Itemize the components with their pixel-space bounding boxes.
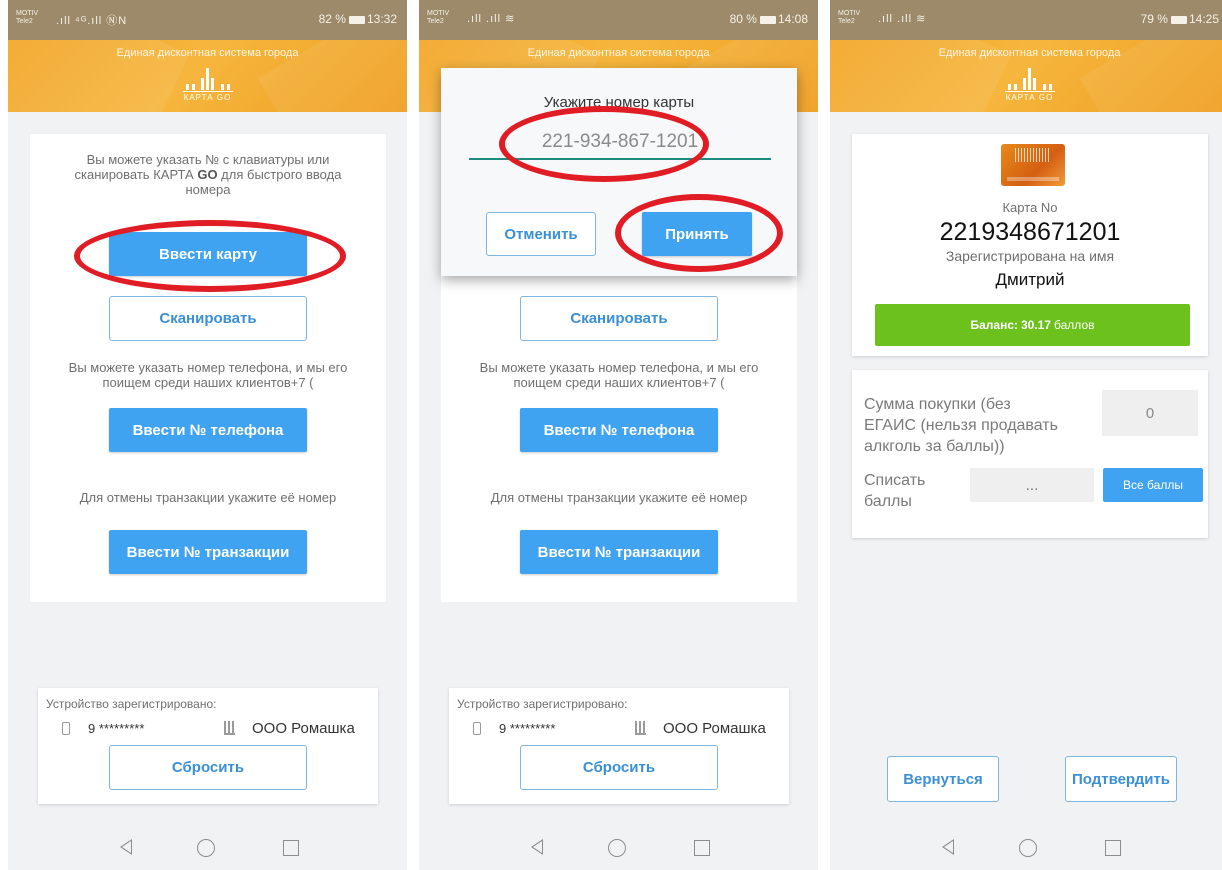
karta-go-logo: КАРТА GO xyxy=(1004,66,1055,102)
balance-prefix: Баланс: xyxy=(970,318,1018,332)
all-points-button[interactable]: Все баллы xyxy=(1103,468,1203,502)
purchase-form-card: Сумма покупки (без ЕГАИС (нельзя продава… xyxy=(852,370,1208,538)
carrier-label: MOTIV Tele2 xyxy=(427,10,450,25)
phone-icon xyxy=(473,722,481,735)
battery-percent: 82 % xyxy=(318,12,346,26)
reset-button[interactable]: Сбросить xyxy=(109,745,307,790)
balance-value: 30.17 xyxy=(1021,318,1052,332)
scan-button[interactable]: Сканировать xyxy=(109,296,307,341)
battery-percent: 80 % xyxy=(729,12,757,26)
phone-screen-enter-card: MOTIV Tele2 .ıll ⁴ᴳ.ıll ⓃN 82 % 13:32 Еди… xyxy=(8,0,407,870)
registered-label: Зарегистрирована на имя xyxy=(945,248,1115,264)
device-title: Устройство зарегистрировано: xyxy=(46,697,217,711)
recent-apps-icon[interactable] xyxy=(283,840,299,856)
writeoff-label: Списать баллы xyxy=(864,472,926,510)
header-subtitle: Единая дисконтная система города xyxy=(116,47,299,59)
cancel-hint-text: Для отмены транзакции укажите её номер xyxy=(490,490,748,505)
balance-unit: баллов xyxy=(1054,318,1095,332)
clock: 14:08 xyxy=(777,12,808,26)
carrier-label: MOTIV Tele2 xyxy=(16,10,39,25)
battery-icon xyxy=(348,16,365,24)
carrier-label: MOTIV Tele2 xyxy=(838,10,861,25)
recent-apps-icon[interactable] xyxy=(1105,840,1121,856)
battery-icon xyxy=(1170,16,1187,24)
phone-screen-card-dialog: MOTIV Tele2 .ıll .ıll ≋ 80 % 14:08 Единая… xyxy=(419,0,818,870)
status-bar: MOTIV Tele2 .ıll ⁴ᴳ.ıll ⓃN 82 % 13:32 xyxy=(8,0,407,40)
device-card: Устройство зарегистрировано: 9 *********… xyxy=(38,688,378,804)
device-org: ООО Ромашка xyxy=(663,720,766,737)
signal-icon: .ıll ⁴ᴳ.ıll ⓃN xyxy=(56,15,128,27)
phone-icon xyxy=(62,722,70,735)
system-nav-bar xyxy=(830,826,1222,870)
device-org: ООО Ромашка xyxy=(252,720,355,737)
device-phone: 9 ********* xyxy=(88,721,145,736)
home-icon[interactable] xyxy=(608,839,626,857)
system-nav-bar xyxy=(8,826,407,870)
phone-hint-text: Вы можете указать номер телефона, и мы е… xyxy=(68,360,348,390)
app-header: Единая дисконтная система города КАРТА G… xyxy=(830,40,1222,112)
logo-text: КАРТА GO xyxy=(183,93,232,102)
logo-tower-icon xyxy=(183,66,233,90)
header-subtitle: Единая дисконтная система города xyxy=(938,47,1121,59)
device-phone: 9 ********* xyxy=(499,721,556,736)
cancel-button[interactable]: Отменить xyxy=(486,212,596,256)
discount-card-image xyxy=(1001,144,1065,186)
card-number: 2219348671201 xyxy=(939,218,1121,246)
back-button[interactable]: Вернуться xyxy=(887,756,999,802)
purchase-label: Сумма покупки (без ЕГАИС (нельзя продава… xyxy=(864,396,1058,455)
battery-percent: 79 % xyxy=(1140,12,1168,26)
clock: 14:25 xyxy=(1188,12,1219,26)
enter-transaction-button[interactable]: Ввести № транзакции xyxy=(109,530,307,574)
karta-go-logo: КАРТА GO xyxy=(182,66,233,102)
enter-transaction-button[interactable]: Ввести № транзакции xyxy=(520,530,718,574)
battery-icon xyxy=(759,16,776,24)
phone-screen-card-details: MOTIV Tele2 .ıll .ıll ≋ 79 % 14:25 Единая… xyxy=(830,0,1222,870)
back-icon[interactable] xyxy=(942,839,954,855)
building-icon xyxy=(635,721,646,735)
card-info-card: Карта No 2219348671201 Зарегистрирована … xyxy=(852,134,1208,356)
scan-button[interactable]: Сканировать xyxy=(520,296,718,341)
screenshot-collage: MOTIV Tele2 .ıll ⁴ᴳ.ıll ⓃN 82 % 13:32 Еди… xyxy=(0,0,1222,870)
recent-apps-icon[interactable] xyxy=(694,840,710,856)
clock: 13:32 xyxy=(366,12,397,26)
app-header: Единая дисконтная система города КАРТА G… xyxy=(8,40,407,112)
device-card: Устройство зарегистрировано: 9 *********… xyxy=(449,688,789,804)
header-subtitle: Единая дисконтная система города xyxy=(527,47,710,59)
reset-button[interactable]: Сбросить xyxy=(520,745,718,790)
enter-phone-button[interactable]: Ввести № телефона xyxy=(520,408,718,452)
phone-hint-text: Вы можете указать номер телефона, и мы е… xyxy=(479,360,759,390)
logo-text: КАРТА GO xyxy=(1005,93,1054,102)
cancel-hint-text: Для отмены транзакции укажите её номер xyxy=(79,490,337,505)
back-icon[interactable] xyxy=(531,839,543,855)
system-nav-bar xyxy=(419,826,818,870)
writeoff-points-input[interactable] xyxy=(970,468,1094,502)
status-right: 79 % 14:25 xyxy=(1141,12,1219,26)
purchase-amount-input[interactable] xyxy=(1102,390,1198,436)
signal-icon: .ıll .ıll ≋ xyxy=(467,13,516,25)
signal-icon: .ıll .ıll ≋ xyxy=(878,13,927,25)
confirm-button[interactable]: Подтвердить xyxy=(1065,756,1177,802)
enter-phone-button[interactable]: Ввести № телефона xyxy=(109,408,307,452)
balance-bar: Баланс: 30.17 баллов xyxy=(875,304,1190,346)
home-icon[interactable] xyxy=(1019,839,1037,857)
annotation-circle xyxy=(499,106,709,182)
home-icon[interactable] xyxy=(197,839,215,857)
holder-name: Дмитрий xyxy=(995,270,1065,289)
entry-options-panel: Вы можете указать № с клавиатуры или ска… xyxy=(30,134,386,602)
entry-options-panel: Сканировать Вы можете указать номер теле… xyxy=(441,276,797,602)
logo-tower-icon xyxy=(1005,66,1055,90)
intro-text: Вы можете указать № с клавиатуры или ска… xyxy=(74,152,342,197)
status-bar: MOTIV Tele2 .ıll .ıll ≋ 79 % 14:25 xyxy=(830,0,1222,40)
status-right: 80 % 14:08 xyxy=(730,12,808,26)
device-title: Устройство зарегистрировано: xyxy=(457,697,628,711)
annotation-circle xyxy=(615,194,783,272)
back-icon[interactable] xyxy=(120,839,132,855)
status-right: 82 % 13:32 xyxy=(319,12,397,26)
annotation-circle xyxy=(74,220,346,292)
card-label: Карта No xyxy=(1002,200,1058,215)
status-bar: MOTIV Tele2 .ıll .ıll ≋ 80 % 14:08 xyxy=(419,0,818,40)
building-icon xyxy=(224,721,235,735)
